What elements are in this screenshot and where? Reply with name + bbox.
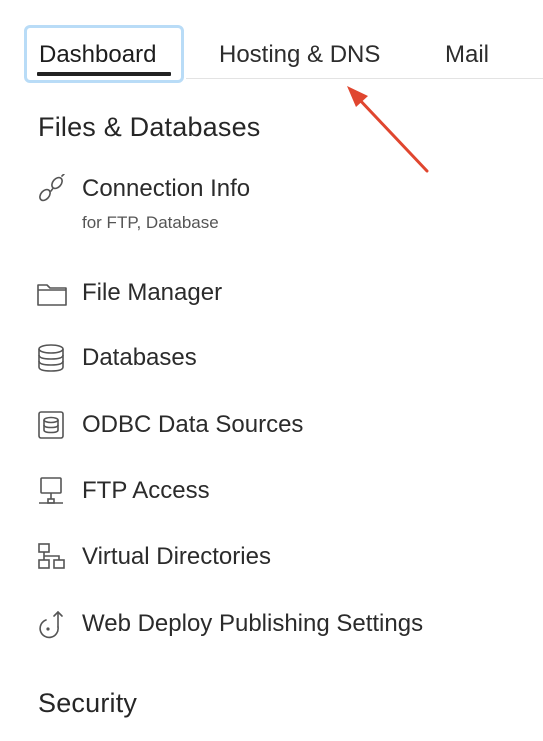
nav-item-odbc-data-sources[interactable]: ODBC Data Sources	[36, 408, 516, 452]
tab-hosting-dns-label: Hosting & DNS	[219, 41, 381, 68]
virtual-directories-icon	[36, 542, 68, 572]
nav-item-connection-info[interactable]: Connection Info for FTP, Database	[36, 172, 516, 242]
tab-mail-label: Mail	[445, 41, 490, 68]
nav-item-web-deploy-label: Web Deploy Publishing Settings	[82, 610, 424, 637]
active-tab-underline	[37, 72, 171, 76]
section-heading-files-databases: Files & Databases	[38, 112, 261, 142]
section-heading-security: Security	[38, 688, 138, 718]
nav-item-odbc-data-sources-label: ODBC Data Sources	[82, 411, 304, 438]
nav-item-virtual-directories-label: Virtual Directories	[82, 543, 271, 570]
web-deploy-icon	[36, 609, 68, 639]
connection-link-icon	[36, 174, 68, 204]
nav-item-file-manager[interactable]: File Manager	[36, 276, 516, 320]
tab-hosting-dns[interactable]: Hosting & DNS	[219, 28, 380, 82]
tab-mail[interactable]: Mail	[445, 28, 489, 82]
page: Dashboard Hosting & DNS Mail Files & Dat…	[0, 0, 543, 741]
odbc-data-source-icon	[36, 410, 68, 440]
nav-item-ftp-access-label: FTP Access	[82, 477, 210, 504]
nav-item-virtual-directories[interactable]: Virtual Directories	[36, 540, 516, 584]
tab-bar: Dashboard Hosting & DNS Mail	[0, 0, 543, 83]
nav-item-web-deploy-publishing-settings[interactable]: Web Deploy Publishing Settings	[36, 607, 516, 651]
nav-item-databases[interactable]: Databases	[36, 341, 516, 385]
nav-item-ftp-access[interactable]: FTP Access	[36, 474, 516, 518]
ftp-access-icon	[36, 476, 68, 506]
nav-item-file-manager-label: File Manager	[82, 279, 223, 306]
nav-item-connection-info-sublabel: for FTP, Database	[82, 213, 219, 232]
nav-item-databases-label: Databases	[82, 344, 197, 371]
nav-item-connection-info-label: Connection Info	[82, 175, 251, 202]
tab-bar-divider	[186, 78, 543, 79]
folder-icon	[36, 278, 68, 308]
database-icon	[36, 343, 68, 373]
tab-dashboard[interactable]: Dashboard	[24, 25, 184, 83]
